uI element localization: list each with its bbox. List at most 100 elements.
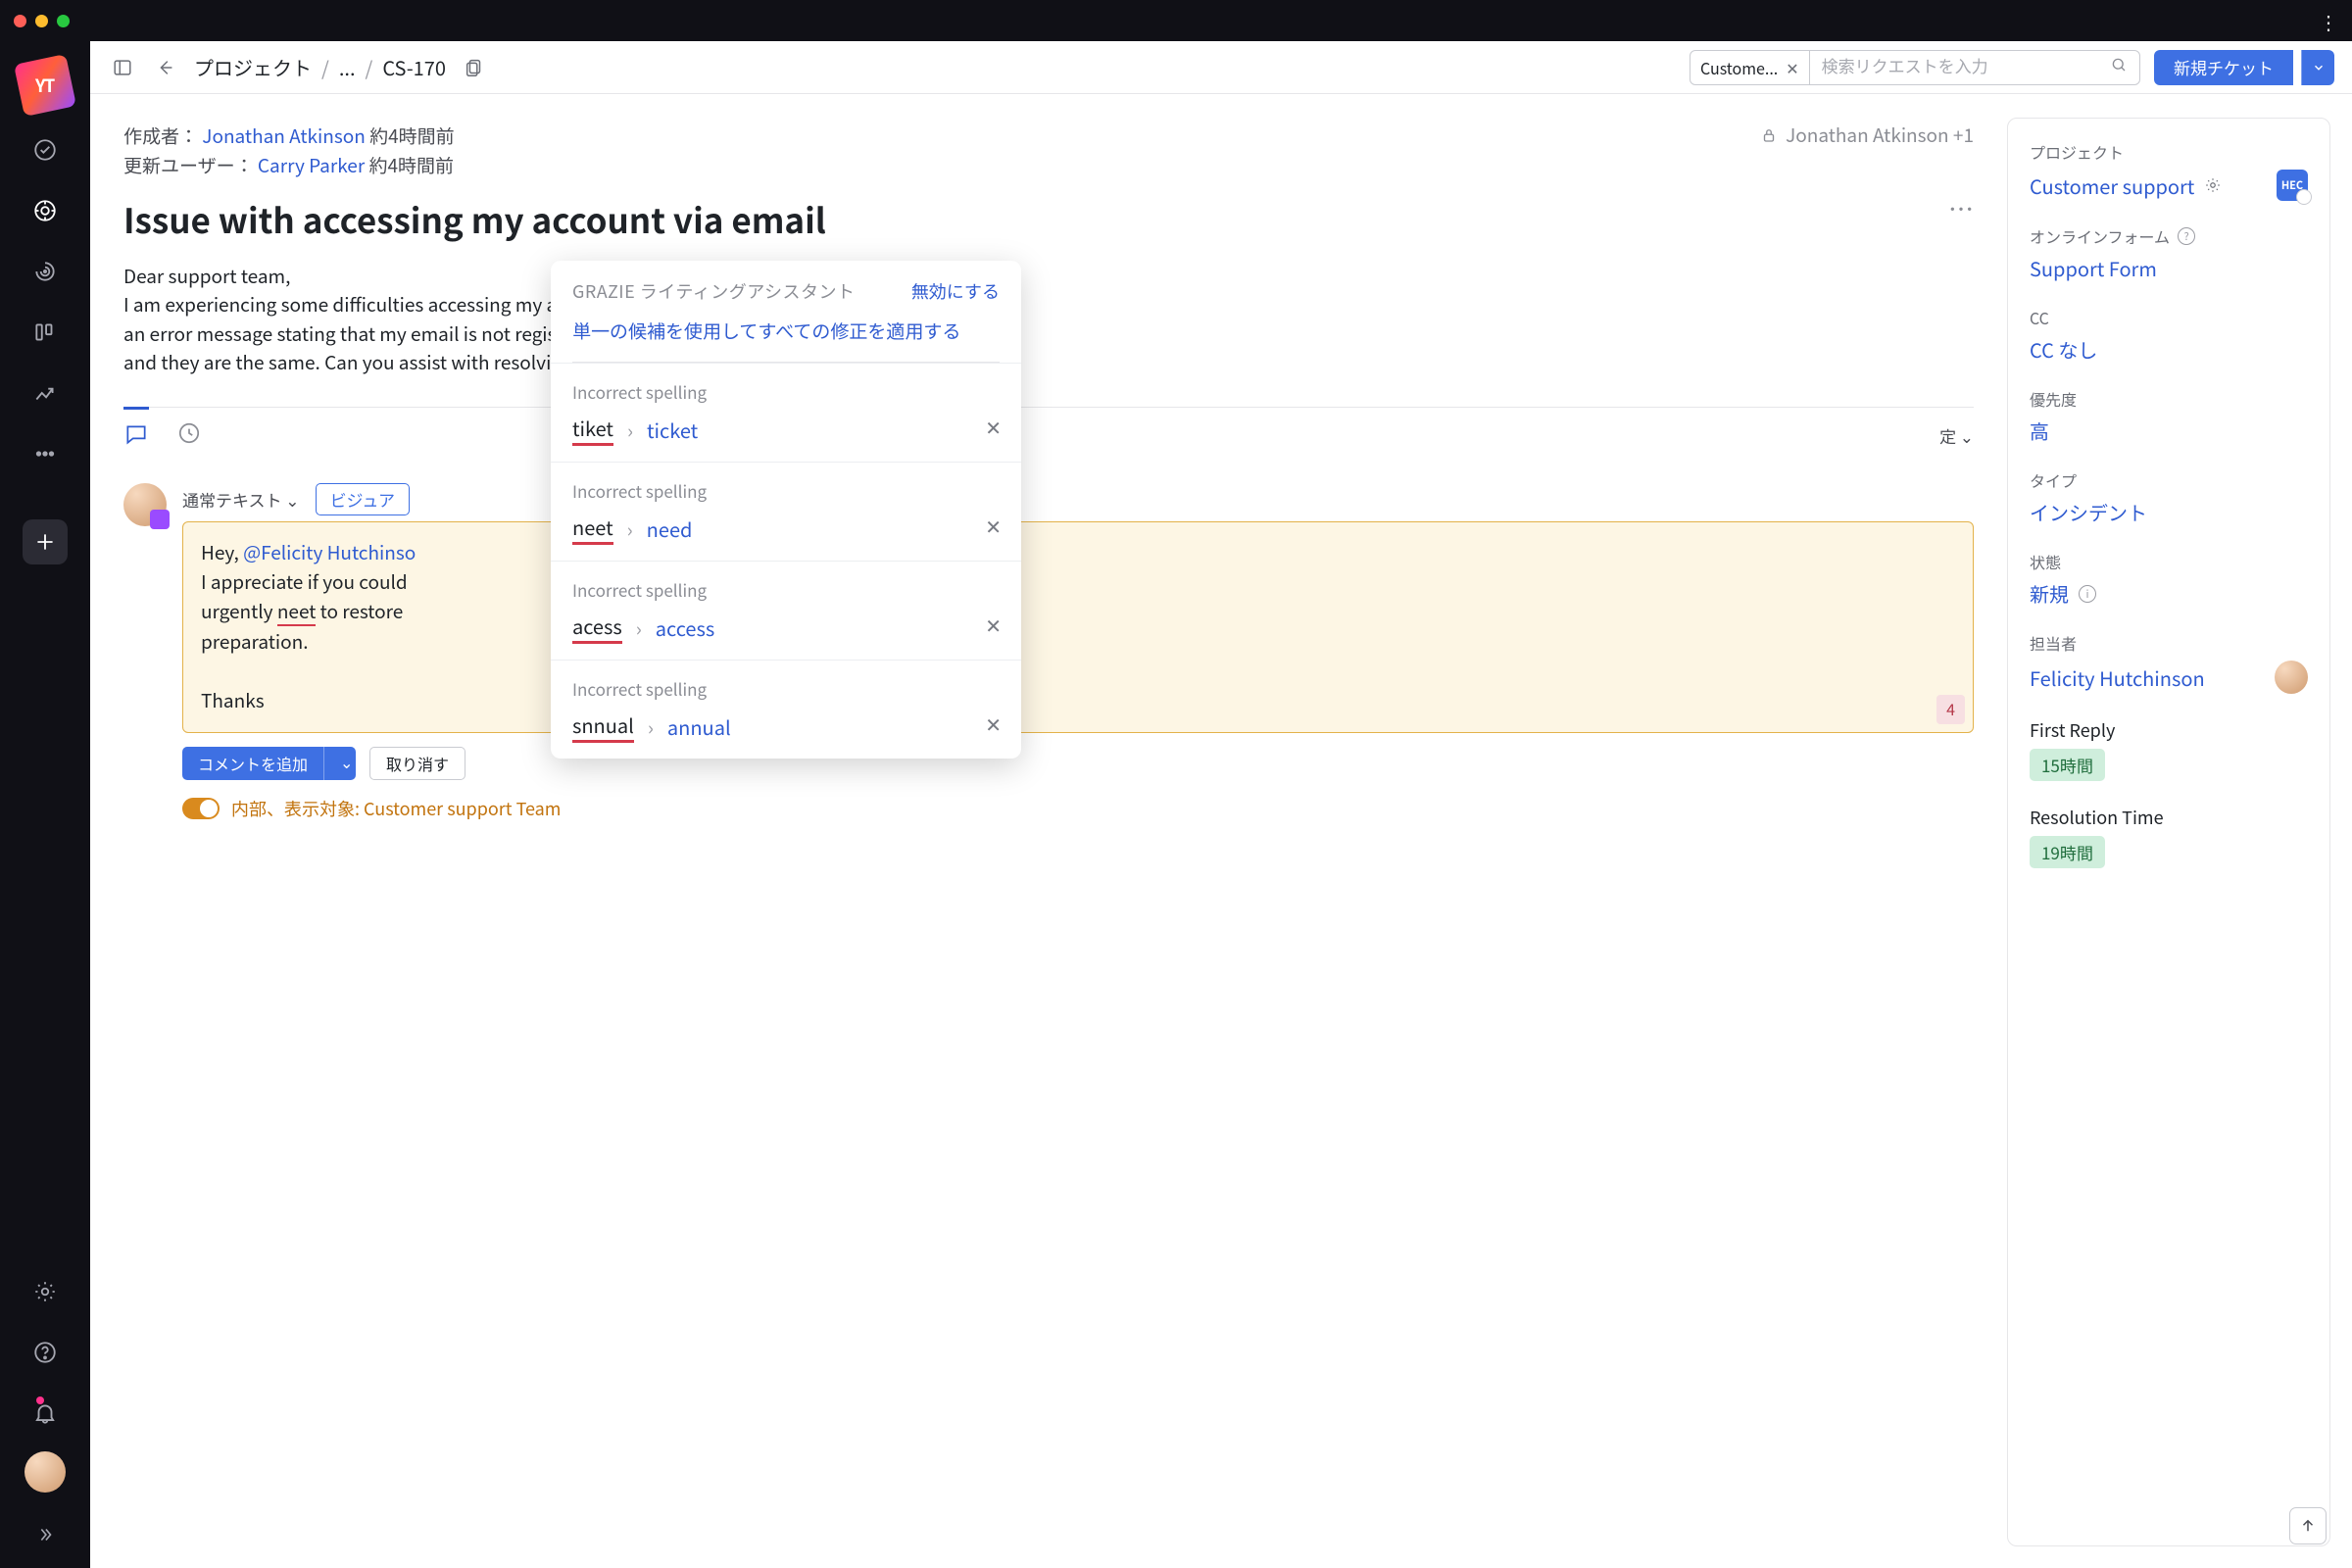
updated-time: 約4時間前 (368, 152, 454, 178)
created-by-link[interactable]: Jonathan Atkinson (202, 122, 366, 149)
internal-toggle[interactable] (182, 798, 220, 819)
mention-user[interactable]: @Felicity Hutchinso (243, 539, 416, 565)
grazie-title: GRAZIE ライティングアシスタント (572, 278, 856, 304)
arrow-icon: › (627, 514, 633, 543)
editor-text: Thanks (201, 687, 265, 713)
visibility-info[interactable]: Jonathan Atkinson +1 (1760, 122, 1974, 148)
field-label: 状態 (2030, 550, 2308, 573)
breadcrumb-ticket-id[interactable]: CS-170 (382, 53, 446, 81)
nav-expand-icon[interactable] (34, 1514, 56, 1568)
breadcrumb: プロジェクト / ... / CS-170 (194, 53, 446, 81)
suggestion-incorrect: snnual (572, 710, 634, 743)
info-icon[interactable]: i (2079, 585, 2096, 603)
suggestion-correct[interactable]: annual (667, 712, 731, 741)
dismiss-icon[interactable]: ✕ (985, 611, 1002, 639)
panel-toggle-icon[interactable] (108, 53, 137, 82)
visibility-row: 内部、表示対象: Customer support Team (182, 796, 1974, 821)
gear-icon[interactable] (2204, 176, 2222, 194)
scroll-to-top-button[interactable] (2289, 1507, 2327, 1544)
suggestion-correct[interactable]: access (656, 613, 714, 642)
field-cc[interactable]: CC CC なし (2030, 306, 2308, 364)
field-type[interactable]: タイプ インシデント (2030, 468, 2308, 526)
suggestion-category: Incorrect spelling (572, 577, 1000, 602)
grazie-suggestion[interactable]: Incorrect spelling neet›need ✕ (551, 462, 1021, 561)
assignee-avatar (2275, 661, 2308, 694)
nav-notifications-icon[interactable] (23, 1391, 68, 1436)
sla-pill: 15時間 (2030, 749, 2105, 781)
nav-checklist-icon[interactable] (23, 127, 68, 172)
back-icon[interactable] (151, 53, 180, 82)
copy-id-icon[interactable] (460, 53, 489, 82)
field-label: Resolution Time (2030, 805, 2308, 830)
search-filter-chip[interactable]: Custome... ✕ (1690, 51, 1810, 84)
field-online-form[interactable]: オンラインフォーム ? Support Form (2030, 224, 2308, 282)
ticket-title: Issue with accessing my account via emai… (123, 199, 1974, 240)
help-icon[interactable]: ? (2178, 227, 2195, 245)
nav-board-icon[interactable] (23, 310, 68, 355)
field-first-reply: First Reply 15時間 (2030, 717, 2308, 781)
grazie-suggestion[interactable]: Incorrect spelling tiket›ticket ✕ (551, 363, 1021, 462)
close-window-button[interactable] (14, 15, 26, 27)
chip-remove-icon[interactable]: ✕ (1786, 56, 1798, 79)
nav-rail: YT (0, 41, 90, 1568)
suggestion-correct[interactable]: need (647, 514, 693, 543)
field-value: Felicity Hutchinson (2030, 661, 2308, 694)
nav-reports-icon[interactable] (23, 370, 68, 416)
internal-label: 内部、表示対象: Customer support Team (231, 796, 561, 821)
editor-text: I appreciate if you could (201, 568, 408, 595)
field-priority[interactable]: 優先度 高 (2030, 387, 2308, 445)
nav-more-icon[interactable] (23, 431, 68, 476)
project-badge: HEC (2277, 170, 2308, 201)
nav-user-avatar[interactable] (24, 1451, 66, 1493)
avatar-badge (150, 510, 170, 529)
breadcrumb-projects[interactable]: プロジェクト (194, 53, 312, 81)
suggestion-correct[interactable]: ticket (647, 416, 698, 444)
comment-actions: コメントを追加 ⌄ 取り消す (182, 747, 1974, 780)
field-project[interactable]: プロジェクト Customer support HEC (2030, 140, 2308, 201)
zoom-window-button[interactable] (57, 15, 70, 27)
body-greeting: Dear support team, (123, 263, 290, 289)
dismiss-icon[interactable]: ✕ (985, 512, 1002, 540)
suggestion-category: Incorrect spelling (572, 676, 1000, 701)
grazie-disable-link[interactable]: 無効にする (911, 278, 1000, 304)
tab-sort[interactable]: 定 ⌄ (1939, 412, 1974, 460)
search-icon[interactable] (2098, 56, 2139, 78)
spelling-error[interactable]: neet (277, 598, 317, 626)
search-input[interactable] (1810, 58, 2098, 77)
arrow-icon: › (627, 416, 633, 444)
titlebar-more-icon[interactable]: ⋮ (2319, 7, 2338, 35)
nav-add-button[interactable] (23, 519, 68, 564)
field-value: 高 (2030, 416, 2308, 445)
ticket-more-icon[interactable]: … (1948, 190, 1974, 226)
editor-mode-chip[interactable]: ビジュア (316, 483, 410, 515)
add-comment-button[interactable]: コメントを追加 (182, 747, 323, 780)
updated-by-link[interactable]: Carry Parker (258, 152, 365, 178)
nav-settings-icon[interactable] (23, 1269, 68, 1314)
grazie-apply-all-link[interactable]: 単一の候補を使用してすべての修正を適用する (551, 318, 1021, 362)
nav-help-icon[interactable] (23, 1330, 68, 1375)
cancel-button[interactable]: 取り消す (369, 747, 466, 780)
created-time: 約4時間前 (369, 122, 455, 149)
minimize-window-button[interactable] (35, 15, 48, 27)
grazie-suggestion[interactable]: Incorrect spelling acess›access ✕ (551, 561, 1021, 660)
new-ticket-dropdown[interactable] (2301, 50, 2334, 85)
app-logo[interactable]: YT (14, 54, 76, 117)
tab-history[interactable] (176, 409, 202, 463)
dismiss-icon[interactable]: ✕ (985, 413, 1002, 441)
new-ticket-button[interactable]: 新規チケット (2154, 50, 2293, 85)
editor-text: to restore (316, 598, 403, 624)
field-assignee[interactable]: 担当者 Felicity Hutchinson (2030, 631, 2308, 694)
breadcrumb-separator: / (321, 53, 329, 81)
comment-editor[interactable]: Hey, @Felicity Hutchinso I appreciate if… (182, 521, 1974, 733)
grazie-popover: GRAZIE ライティングアシスタント 無効にする 単一の候補を使用してすべての… (551, 261, 1021, 759)
dismiss-icon[interactable]: ✕ (985, 710, 1002, 738)
field-state[interactable]: 状態 新規 i (2030, 550, 2308, 608)
nav-support-icon[interactable] (23, 188, 68, 233)
tab-comments[interactable] (123, 407, 149, 464)
error-count-badge[interactable]: 4 (1936, 695, 1965, 724)
add-comment-dropdown[interactable]: ⌄ (323, 747, 356, 780)
breadcrumb-mid[interactable]: ... (339, 53, 356, 81)
grazie-suggestion[interactable]: Incorrect spelling snnual›annual ✕ (551, 660, 1021, 759)
nav-radar-icon[interactable] (23, 249, 68, 294)
text-style-selector[interactable]: 通常テキスト ⌄ (182, 487, 300, 512)
